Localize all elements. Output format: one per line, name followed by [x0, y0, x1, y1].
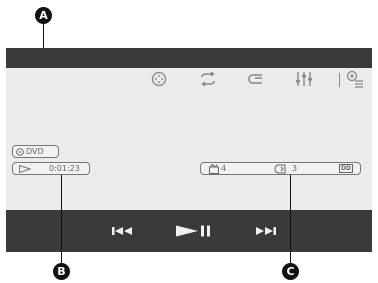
- previous-button[interactable]: [110, 223, 136, 239]
- audio-settings-icon[interactable]: [295, 70, 313, 88]
- skip-next-icon: [256, 227, 276, 235]
- next-button[interactable]: [252, 223, 278, 239]
- disc-icon: [16, 148, 24, 156]
- source-indicator: DVD: [12, 145, 59, 158]
- chapter-number: 3: [292, 164, 298, 173]
- zoom-icon[interactable]: [346, 70, 364, 88]
- callout-b: B: [53, 263, 70, 280]
- title-number: 4: [221, 164, 227, 173]
- play-indicator-icon: [19, 164, 32, 177]
- callout-c-leader: [290, 175, 291, 264]
- play-pause-button[interactable]: [174, 222, 214, 240]
- source-label: DVD: [26, 147, 44, 156]
- elapsed-time: 0:01:23: [49, 164, 80, 173]
- play-pause-icon: [176, 225, 210, 237]
- repeat-icon[interactable]: [199, 70, 217, 88]
- audio-format-icon: DD: [339, 164, 353, 173]
- disc-info-panel: 4 3 DD: [200, 162, 361, 175]
- top-icons-divider: [339, 73, 340, 87]
- title-icon: [209, 163, 220, 178]
- playback-time-panel: 0:01:23: [12, 162, 90, 175]
- callout-c: C: [282, 263, 299, 280]
- top-bar: [6, 48, 372, 68]
- chapter-icon: [274, 164, 286, 178]
- skip-previous-icon: [112, 227, 132, 235]
- return-icon[interactable]: [247, 70, 265, 88]
- callout-b-leader: [61, 175, 62, 264]
- callout-a: A: [35, 7, 52, 24]
- dvd-menu-icon[interactable]: [150, 70, 168, 88]
